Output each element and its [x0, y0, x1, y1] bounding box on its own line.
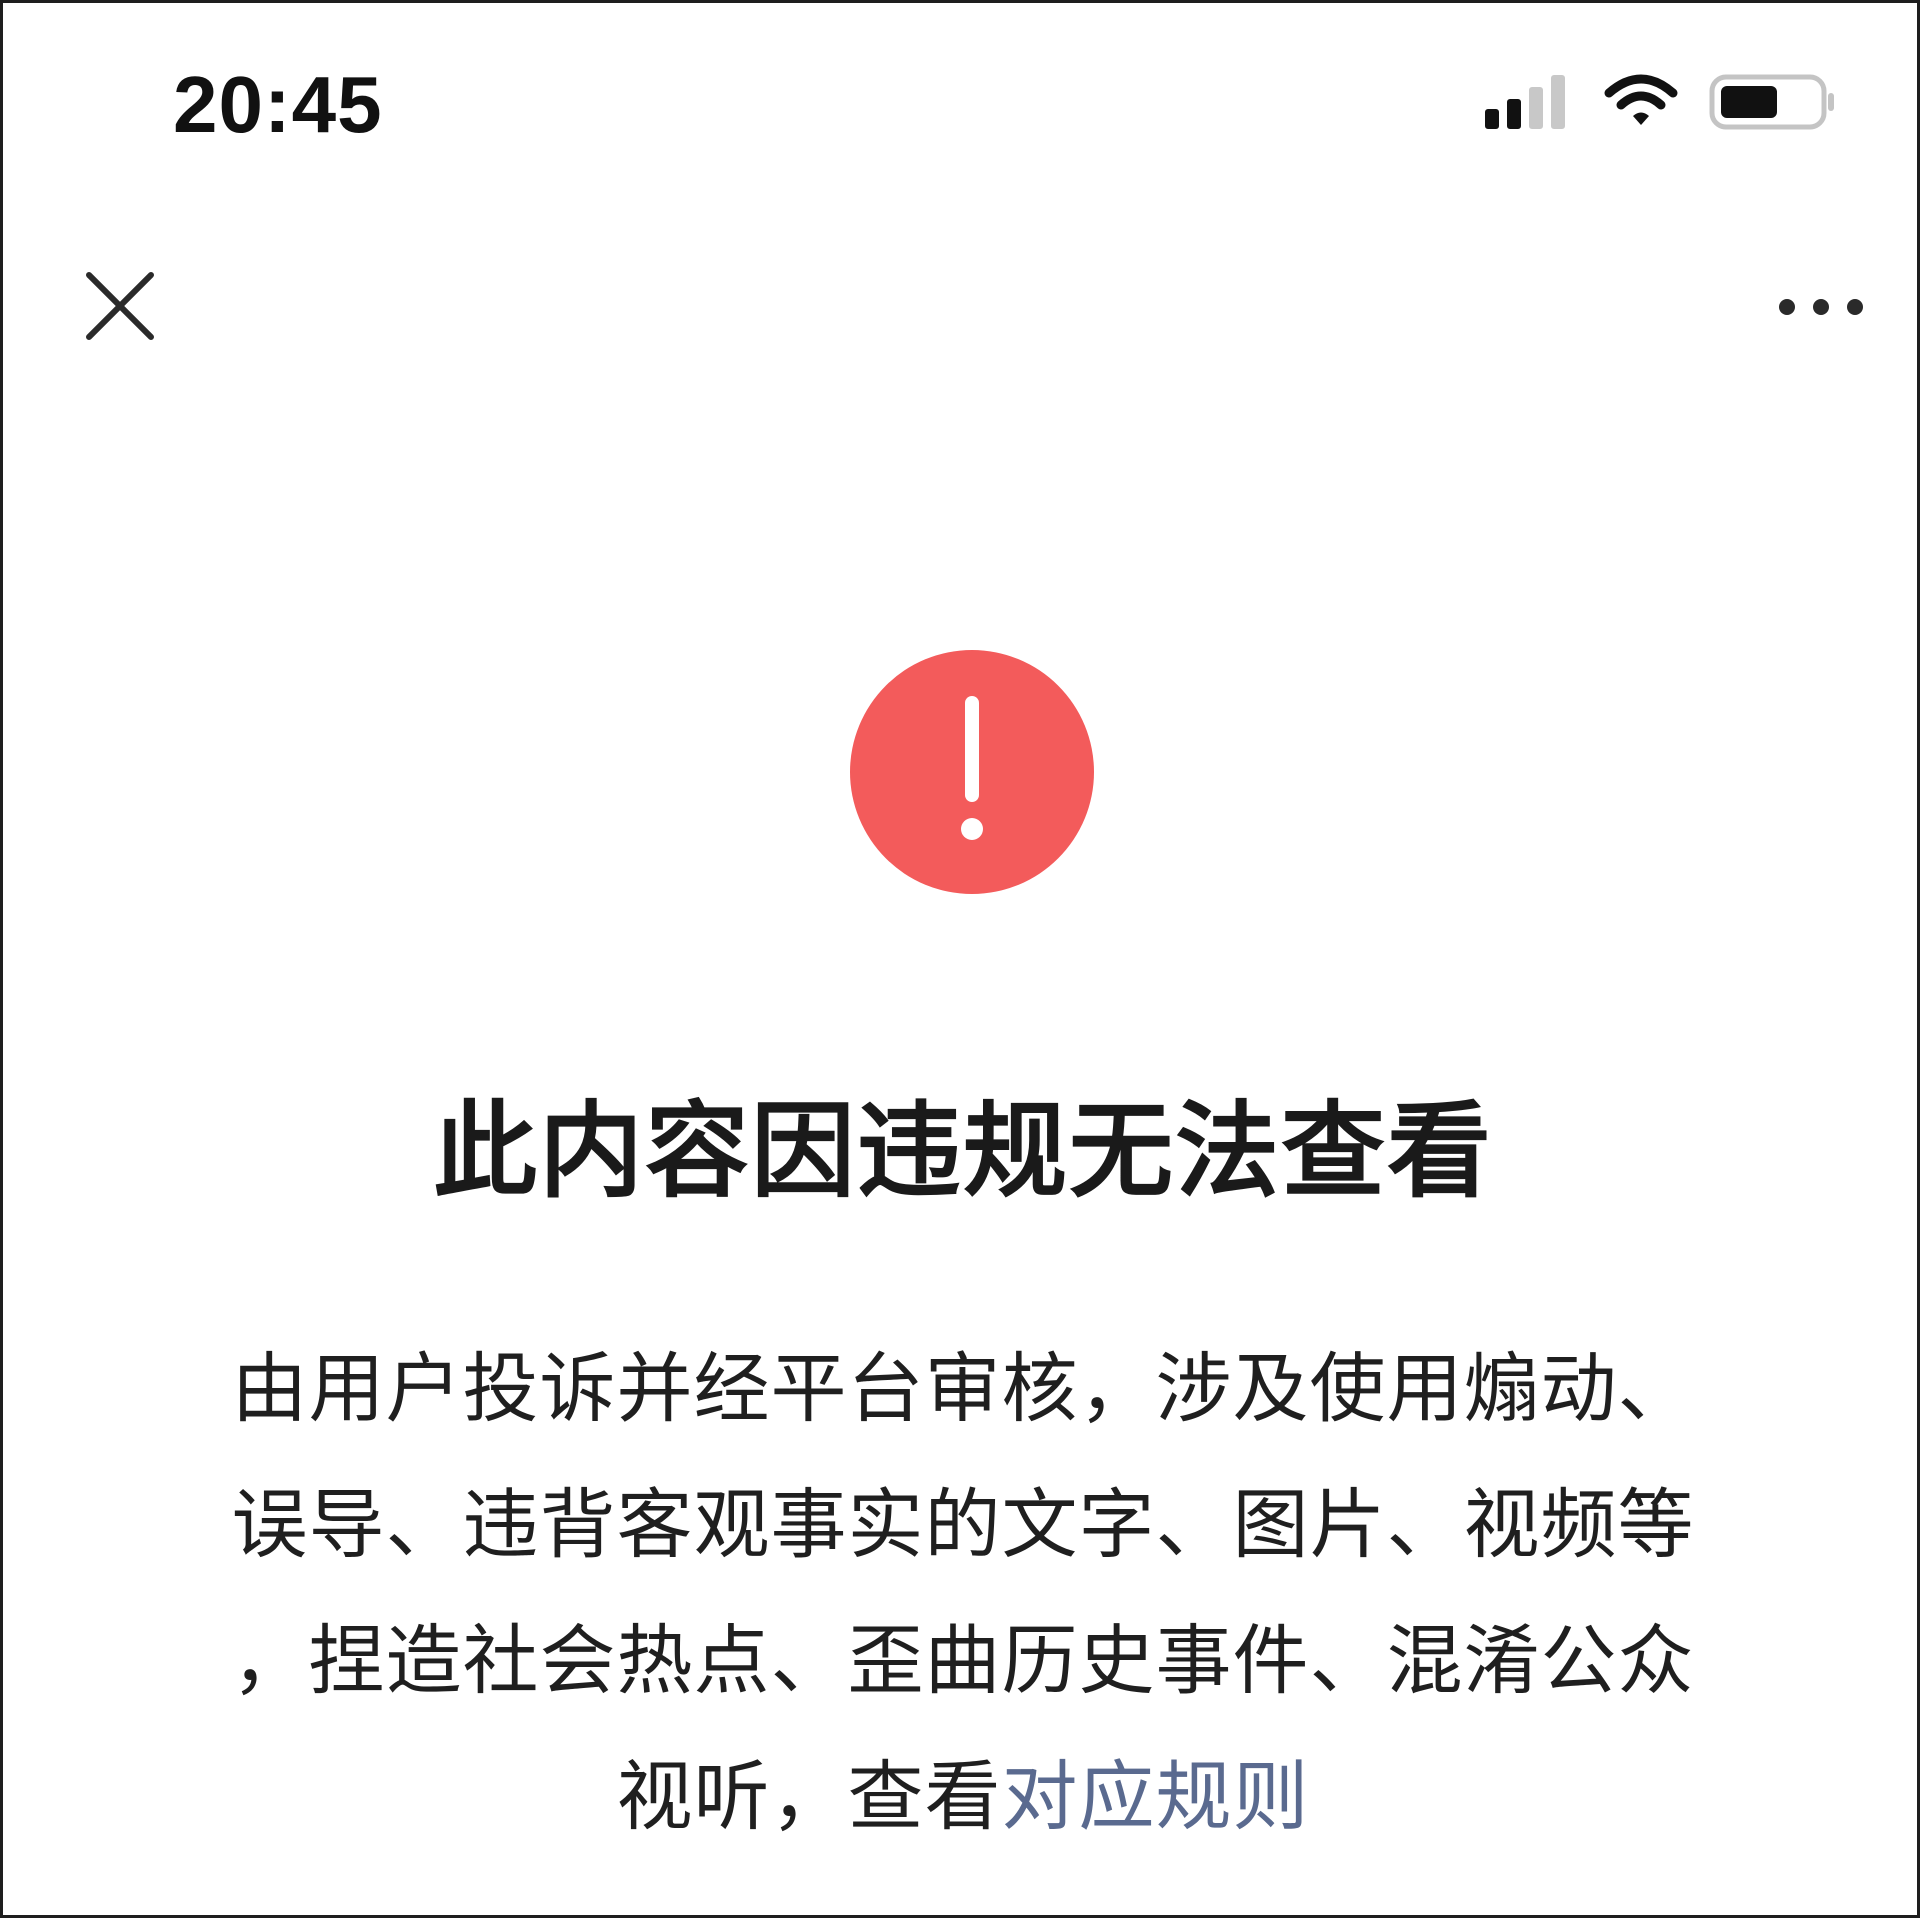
- rules-link[interactable]: 对应规则: [1002, 1752, 1310, 1841]
- status-time: 20:45: [173, 60, 383, 149]
- body-line-prefix: 视听，查看: [616, 1752, 1002, 1841]
- exclamation-circle-icon: [850, 650, 1094, 894]
- body-line: ，捏造社会热点、歪曲历史事件、混淆公众: [231, 1616, 1695, 1705]
- more-dots-icon: [1779, 299, 1863, 315]
- cellular-signal-icon: [1485, 75, 1565, 129]
- message-body: 由用户投诉并经平台审核，涉及使用煽动、 误导、违背客观事实的文字、图片、视频等 …: [143, 1321, 1783, 1865]
- body-line: 由用户投诉并经平台审核，涉及使用煽动、: [231, 1344, 1695, 1433]
- wifi-icon: [1604, 74, 1678, 125]
- body-last-line: 视听，查看对应规则: [143, 1729, 1783, 1865]
- more-options-button[interactable]: [1773, 283, 1869, 331]
- battery-icon: [1709, 74, 1834, 130]
- body-line: 误导、违背客观事实的文字、图片、视频等: [231, 1480, 1695, 1569]
- close-icon: [86, 272, 154, 340]
- violation-notice-screen: 20:45 此内容因违规无法查看 由用户投诉并经平台审核，涉及使用煽动、 误导、…: [0, 0, 1920, 1918]
- page-title: 此内容因违规无法查看: [432, 1090, 1493, 1212]
- close-button[interactable]: [79, 265, 161, 347]
